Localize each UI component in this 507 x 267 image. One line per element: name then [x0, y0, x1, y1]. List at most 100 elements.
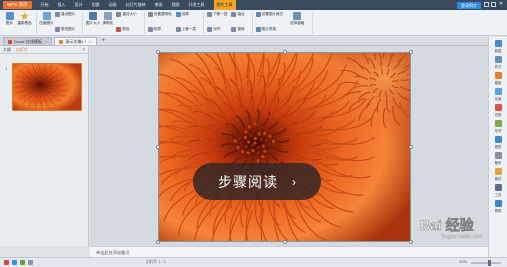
rotate-icon — [231, 27, 237, 32]
sidebar-item-icon — [494, 200, 502, 207]
align-icon — [207, 27, 213, 32]
reset-size-button[interactable]: 重设大小 — [116, 12, 137, 17]
wps-status-icon[interactable] — [4, 260, 9, 265]
menu-item-4[interactable]: 动画 — [109, 2, 117, 8]
picture-size-button[interactable]: 图片大小 — [86, 12, 100, 26]
reset-icon — [55, 12, 60, 17]
flower-center-dot — [263, 149, 267, 153]
close-tab-icon[interactable]: × — [45, 38, 47, 46]
maximize-icon[interactable] — [491, 2, 496, 7]
reset-picture-button[interactable]: 重设图片 — [55, 12, 75, 17]
sharpen-button[interactable]: 清晰化 — [101, 12, 114, 26]
tab-presentation-1[interactable]: 演示文稿1 * × — [54, 37, 97, 46]
sharpen-icon — [103, 12, 112, 20]
sidebar-item-0[interactable]: 新建 — [489, 40, 507, 53]
slide-thumbnail[interactable] — [12, 61, 82, 111]
rotate-button[interactable]: 旋转 — [231, 27, 245, 32]
tab-slides[interactable]: 幻灯片 — [16, 47, 28, 53]
change-picture-button[interactable]: 更改图片 — [55, 27, 75, 32]
recolor-button[interactable]: 重新着色 — [17, 12, 32, 26]
flower-center-dot — [253, 122, 257, 126]
presentation-icon — [59, 39, 64, 44]
sidebar-item-8[interactable]: 素材 — [489, 168, 507, 181]
flower-center-dot — [238, 136, 242, 140]
flower-center-dot — [246, 156, 251, 160]
stitch-icon — [255, 27, 261, 32]
minimize-icon[interactable] — [484, 2, 489, 7]
flower-center-dot — [256, 145, 260, 149]
align-button[interactable]: 对齐 — [207, 27, 227, 32]
step-reading-button[interactable]: 步骤阅读 › — [193, 163, 321, 200]
insert-picture-button[interactable]: 图片 — [3, 12, 16, 26]
document-tab-bar: Docer-在线模板 × 演示文稿1 * × + — [0, 37, 488, 46]
menu-item-3[interactable]: 切换 — [92, 2, 100, 8]
flower-center-dot — [268, 149, 272, 153]
close-panel-icon[interactable]: × — [82, 47, 85, 53]
resize-handle-n[interactable] — [283, 50, 287, 54]
tab-outline[interactable]: 大纲 — [3, 47, 11, 53]
format-picture-button[interactable]: 设置图片格式 — [255, 12, 283, 17]
compress-picture-button[interactable]: 压缩图片 — [39, 12, 54, 26]
app-logo-menu[interactable]: WPS 演示 — [3, 1, 32, 9]
color-button[interactable]: 颜色 — [116, 27, 136, 32]
sidebar-item-label: 备份 — [494, 161, 502, 165]
outline-button[interactable]: 轮廓 — [147, 27, 172, 32]
zoom-slider-handle[interactable] — [488, 260, 491, 266]
flower-center-dot — [256, 159, 260, 163]
sidebar-item-7[interactable]: 备份 — [489, 152, 507, 165]
tab-docer-templates[interactable]: Docer-在线模板 × — [3, 37, 53, 46]
sidebar-item-9[interactable]: 工具 — [489, 184, 507, 197]
slide-panel: 大纲 幻灯片 × 1 — [0, 46, 89, 246]
bring-forward-button[interactable]: 上移一层 — [175, 27, 196, 32]
notes-pane[interactable]: 单击此处添加备注 — [90, 246, 488, 257]
resize-handle-w[interactable] — [156, 145, 160, 149]
menu-item-8[interactable]: 开发工具 — [189, 2, 205, 8]
cloud-icon[interactable] — [12, 260, 17, 265]
flower-center-dot — [271, 139, 276, 144]
resize-handle-nw[interactable] — [156, 50, 160, 54]
sidebar-item-2[interactable]: 模板 — [489, 72, 507, 85]
sidebar-item-6[interactable]: 图表 — [489, 136, 507, 149]
sidebar-item-4[interactable]: 切换 — [489, 104, 507, 117]
slide-picture[interactable] — [134, 22, 430, 264]
menu-item-2[interactable]: 设计 — [75, 2, 83, 8]
menu-item-9[interactable]: 图片工具 — [213, 0, 236, 10]
login-sync-button[interactable]: 登录同步 — [457, 2, 481, 9]
close-icon[interactable]: ✕ — [499, 2, 504, 7]
sidebar-item-label: 切换 — [494, 113, 502, 117]
menu-item-6[interactable]: 审阅 — [155, 2, 163, 8]
format-stack: 设置图片格式 图片拼接 — [255, 12, 284, 32]
flower-center-dot — [238, 130, 243, 134]
send-backward-button[interactable]: 下移一层 — [207, 12, 227, 17]
menu-item-1[interactable]: 插入 — [58, 2, 66, 8]
picture-stitch-button[interactable]: 图片拼接 — [255, 27, 284, 32]
menu-item-7[interactable]: 视图 — [172, 2, 180, 8]
ribbon-group-size: 图片大小 清晰化 重设大小 颜色 — [83, 12, 145, 34]
sidebar-item-icon — [494, 136, 502, 143]
flower-center-dot — [263, 131, 267, 136]
sidebar-item-1[interactable]: 样式 — [489, 56, 507, 69]
resize-handle-ne[interactable] — [409, 50, 413, 54]
reset-size-icon — [116, 12, 122, 17]
close-tab-icon[interactable]: × — [89, 38, 91, 46]
menu-item-0[interactable]: 开始 — [41, 2, 49, 8]
resize-handle-sw[interactable] — [156, 240, 160, 244]
selection-pane-button[interactable]: 选择窗格 — [287, 12, 307, 26]
menu-item-5[interactable]: 幻灯片放映 — [126, 2, 146, 8]
sidebar-item-3[interactable]: 动画 — [489, 88, 507, 101]
sidebar-item-5[interactable]: 形状 — [489, 120, 507, 133]
effect-icon — [175, 12, 181, 17]
share-icon[interactable] — [20, 260, 25, 265]
effect-button[interactable]: 效果 — [175, 12, 196, 17]
zoom-slider-track[interactable] — [471, 262, 501, 264]
resize-handle-s[interactable] — [283, 240, 287, 244]
resize-handle-e[interactable] — [409, 145, 413, 149]
slide-counter: 幻灯片 1 / 1 — [146, 260, 166, 264]
set-transparent-button[interactable]: 设置透明色 — [147, 12, 172, 17]
step-reading-label: 步骤阅读 — [218, 173, 278, 190]
new-tab-button[interactable]: + — [102, 37, 106, 45]
group-button[interactable]: 组合 — [231, 12, 245, 17]
settings-icon[interactable] — [28, 260, 33, 265]
flower-center-dot — [252, 155, 256, 159]
resize-handle-se[interactable] — [409, 240, 413, 244]
